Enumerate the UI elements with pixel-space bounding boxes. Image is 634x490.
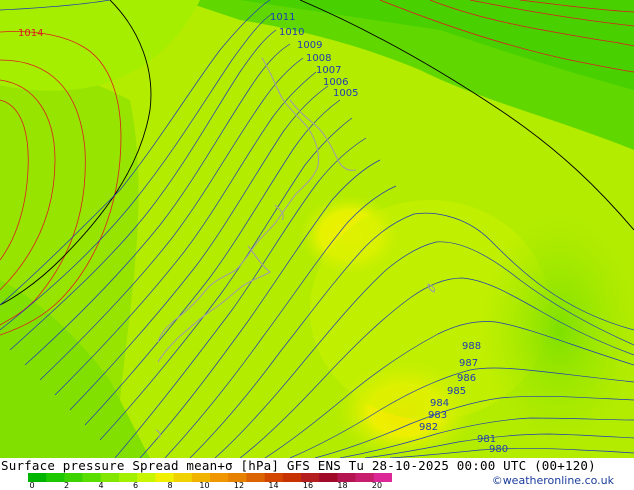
legend-tick-label: 14	[268, 481, 279, 490]
legend-tick-label: 20	[371, 481, 383, 490]
isobar-label-983: 983	[428, 410, 447, 421]
map-title: Surface pressure Spread mean+σ [hPa] GFS…	[1, 458, 596, 473]
field-green-east	[480, 210, 634, 450]
isobar-label-1008: 1008	[306, 53, 331, 64]
legend-tick-label: 12	[233, 481, 245, 490]
legend-tick-label: 10	[199, 481, 210, 490]
isobar-label-984: 984	[430, 398, 449, 409]
spread-map: 1014 1011 1010 1009 1008 1007 1006 1005 …	[0, 0, 634, 458]
isobar-label-1014: 1014	[18, 28, 43, 39]
isobar-label-982: 982	[419, 422, 438, 433]
legend-tick-label: 16	[302, 481, 314, 490]
isobar-label-1010: 1010	[279, 27, 304, 38]
legend-tick-label: 18	[337, 481, 348, 490]
isobar-label-987: 987	[459, 358, 478, 369]
isobar-label-988: 988	[462, 341, 481, 352]
isobar-label-1007: 1007	[316, 65, 341, 76]
isobar-label-1006: 1006	[323, 77, 348, 88]
legend-tick-label: 6	[132, 481, 139, 490]
legend-tick-label: 4	[98, 481, 104, 490]
isobar-label-1011: 1011	[270, 12, 295, 23]
legend-tick-label: 8	[167, 481, 173, 490]
isobar-label-1005: 1005	[333, 88, 358, 99]
isobar-label-1009: 1009	[297, 40, 322, 51]
credit-text: ©weatheronline.co.uk	[491, 474, 614, 487]
isobar-label-985: 985	[447, 386, 466, 397]
isobar-label-986: 986	[457, 373, 476, 384]
legend-tick-label: 0	[29, 481, 35, 490]
isobar-label-980: 980	[489, 444, 508, 455]
legend-tick-label: 2	[63, 481, 70, 490]
